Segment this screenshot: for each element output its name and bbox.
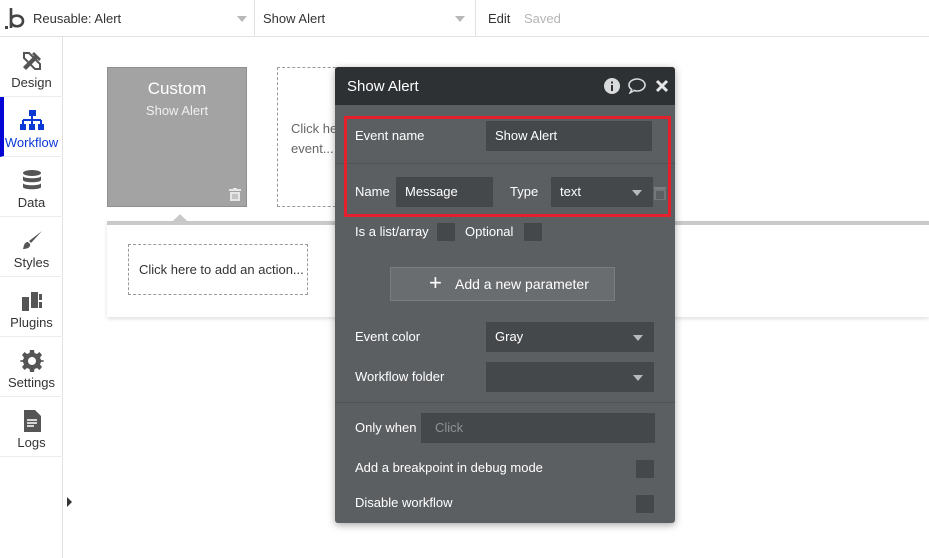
sidebar-item-label: Design: [11, 75, 52, 90]
close-icon[interactable]: [655, 78, 669, 94]
optional-label: Optional: [465, 224, 514, 239]
optional-checkbox[interactable]: [524, 223, 542, 241]
page-select-value: Reusable: Alert: [33, 11, 122, 26]
workflow-folder-select[interactable]: [486, 362, 654, 392]
divider: [475, 0, 476, 37]
breakpoint-label: Add a breakpoint in debug mode: [355, 460, 543, 475]
sidebar-item-label: Styles: [13, 255, 50, 270]
event-card-subtitle: Show Alert: [145, 103, 209, 118]
chevron-down-icon: [633, 375, 643, 381]
sidebar-item-label: Settings: [8, 375, 55, 390]
only-when-input[interactable]: Click: [421, 413, 655, 443]
panel-title: Show Alert: [347, 78, 419, 95]
info-icon[interactable]: [604, 78, 620, 94]
top-bar: Reusable: Alert Show Alert Edit Saved: [0, 0, 929, 37]
document-icon: [24, 410, 41, 432]
divider: [254, 0, 255, 37]
database-icon: [23, 170, 41, 190]
event-color-select[interactable]: Gray: [486, 322, 654, 352]
event-card-title: Custom: [147, 79, 207, 98]
disable-workflow-label: Disable workflow: [355, 495, 453, 510]
add-parameter-button[interactable]: + Add a new parameter: [390, 267, 615, 301]
workflow-select-chevron-icon: [455, 16, 465, 22]
add-action-placeholder[interactable]: Click here to add an action...: [128, 244, 308, 295]
sidebar-item-label: Plugins: [10, 315, 53, 330]
sidebar-item-data[interactable]: Data: [0, 157, 63, 217]
event-card[interactable]: Custom Show Alert: [107, 67, 247, 207]
gear-icon: [20, 350, 44, 372]
divider: [335, 402, 675, 403]
panel-header: Show Alert: [335, 67, 675, 105]
sidebar-collapse-icon[interactable]: [67, 497, 72, 507]
trash-icon[interactable]: [229, 188, 241, 201]
event-color-label: Event color: [355, 329, 421, 344]
breakpoint-checkbox[interactable]: [636, 460, 654, 478]
sidebar-item-label: Logs: [17, 435, 46, 450]
design-icon: [23, 52, 41, 70]
bubble-logo[interactable]: [5, 6, 25, 30]
sidebar-item-settings[interactable]: Settings: [0, 337, 63, 397]
sidebar-item-workflow[interactable]: Workflow: [0, 97, 63, 157]
event-color-value: Gray: [495, 329, 524, 344]
sidebar-item-logs[interactable]: Logs: [0, 397, 63, 457]
page-select-chevron-icon: [237, 16, 247, 22]
left-sidebar: Design Workflow Data Styles Plugins Sett…: [0, 37, 63, 558]
is-list-label: Is a list/array: [355, 224, 429, 239]
sidebar-item-plugins[interactable]: Plugins: [0, 277, 63, 337]
workflow-icon: [20, 110, 44, 130]
workflow-folder-label: Workflow folder: [355, 369, 445, 384]
plug-icon: [22, 292, 42, 311]
sidebar-item-label: Data: [17, 195, 46, 210]
sidebar-item-styles[interactable]: Styles: [0, 217, 63, 277]
saved-status: Saved: [524, 11, 561, 26]
sidebar-item-design[interactable]: Design: [0, 37, 63, 97]
add-parameter-label: Add a new parameter: [455, 276, 589, 292]
plus-icon: +: [429, 270, 442, 295]
edit-menu[interactable]: Edit: [488, 0, 510, 37]
workflow-select[interactable]: Show Alert: [263, 0, 473, 37]
workflow-select-value: Show Alert: [263, 11, 326, 26]
comment-icon[interactable]: [628, 78, 646, 94]
disable-workflow-checkbox[interactable]: [636, 495, 654, 513]
brush-icon: [23, 231, 42, 249]
highlight-annotation: [344, 116, 671, 217]
only-when-label: Only when: [355, 420, 417, 435]
is-list-checkbox[interactable]: [437, 223, 455, 241]
sidebar-item-label: Workflow: [4, 135, 59, 150]
chevron-down-icon: [633, 335, 643, 341]
page-select[interactable]: Reusable: Alert: [33, 0, 253, 37]
